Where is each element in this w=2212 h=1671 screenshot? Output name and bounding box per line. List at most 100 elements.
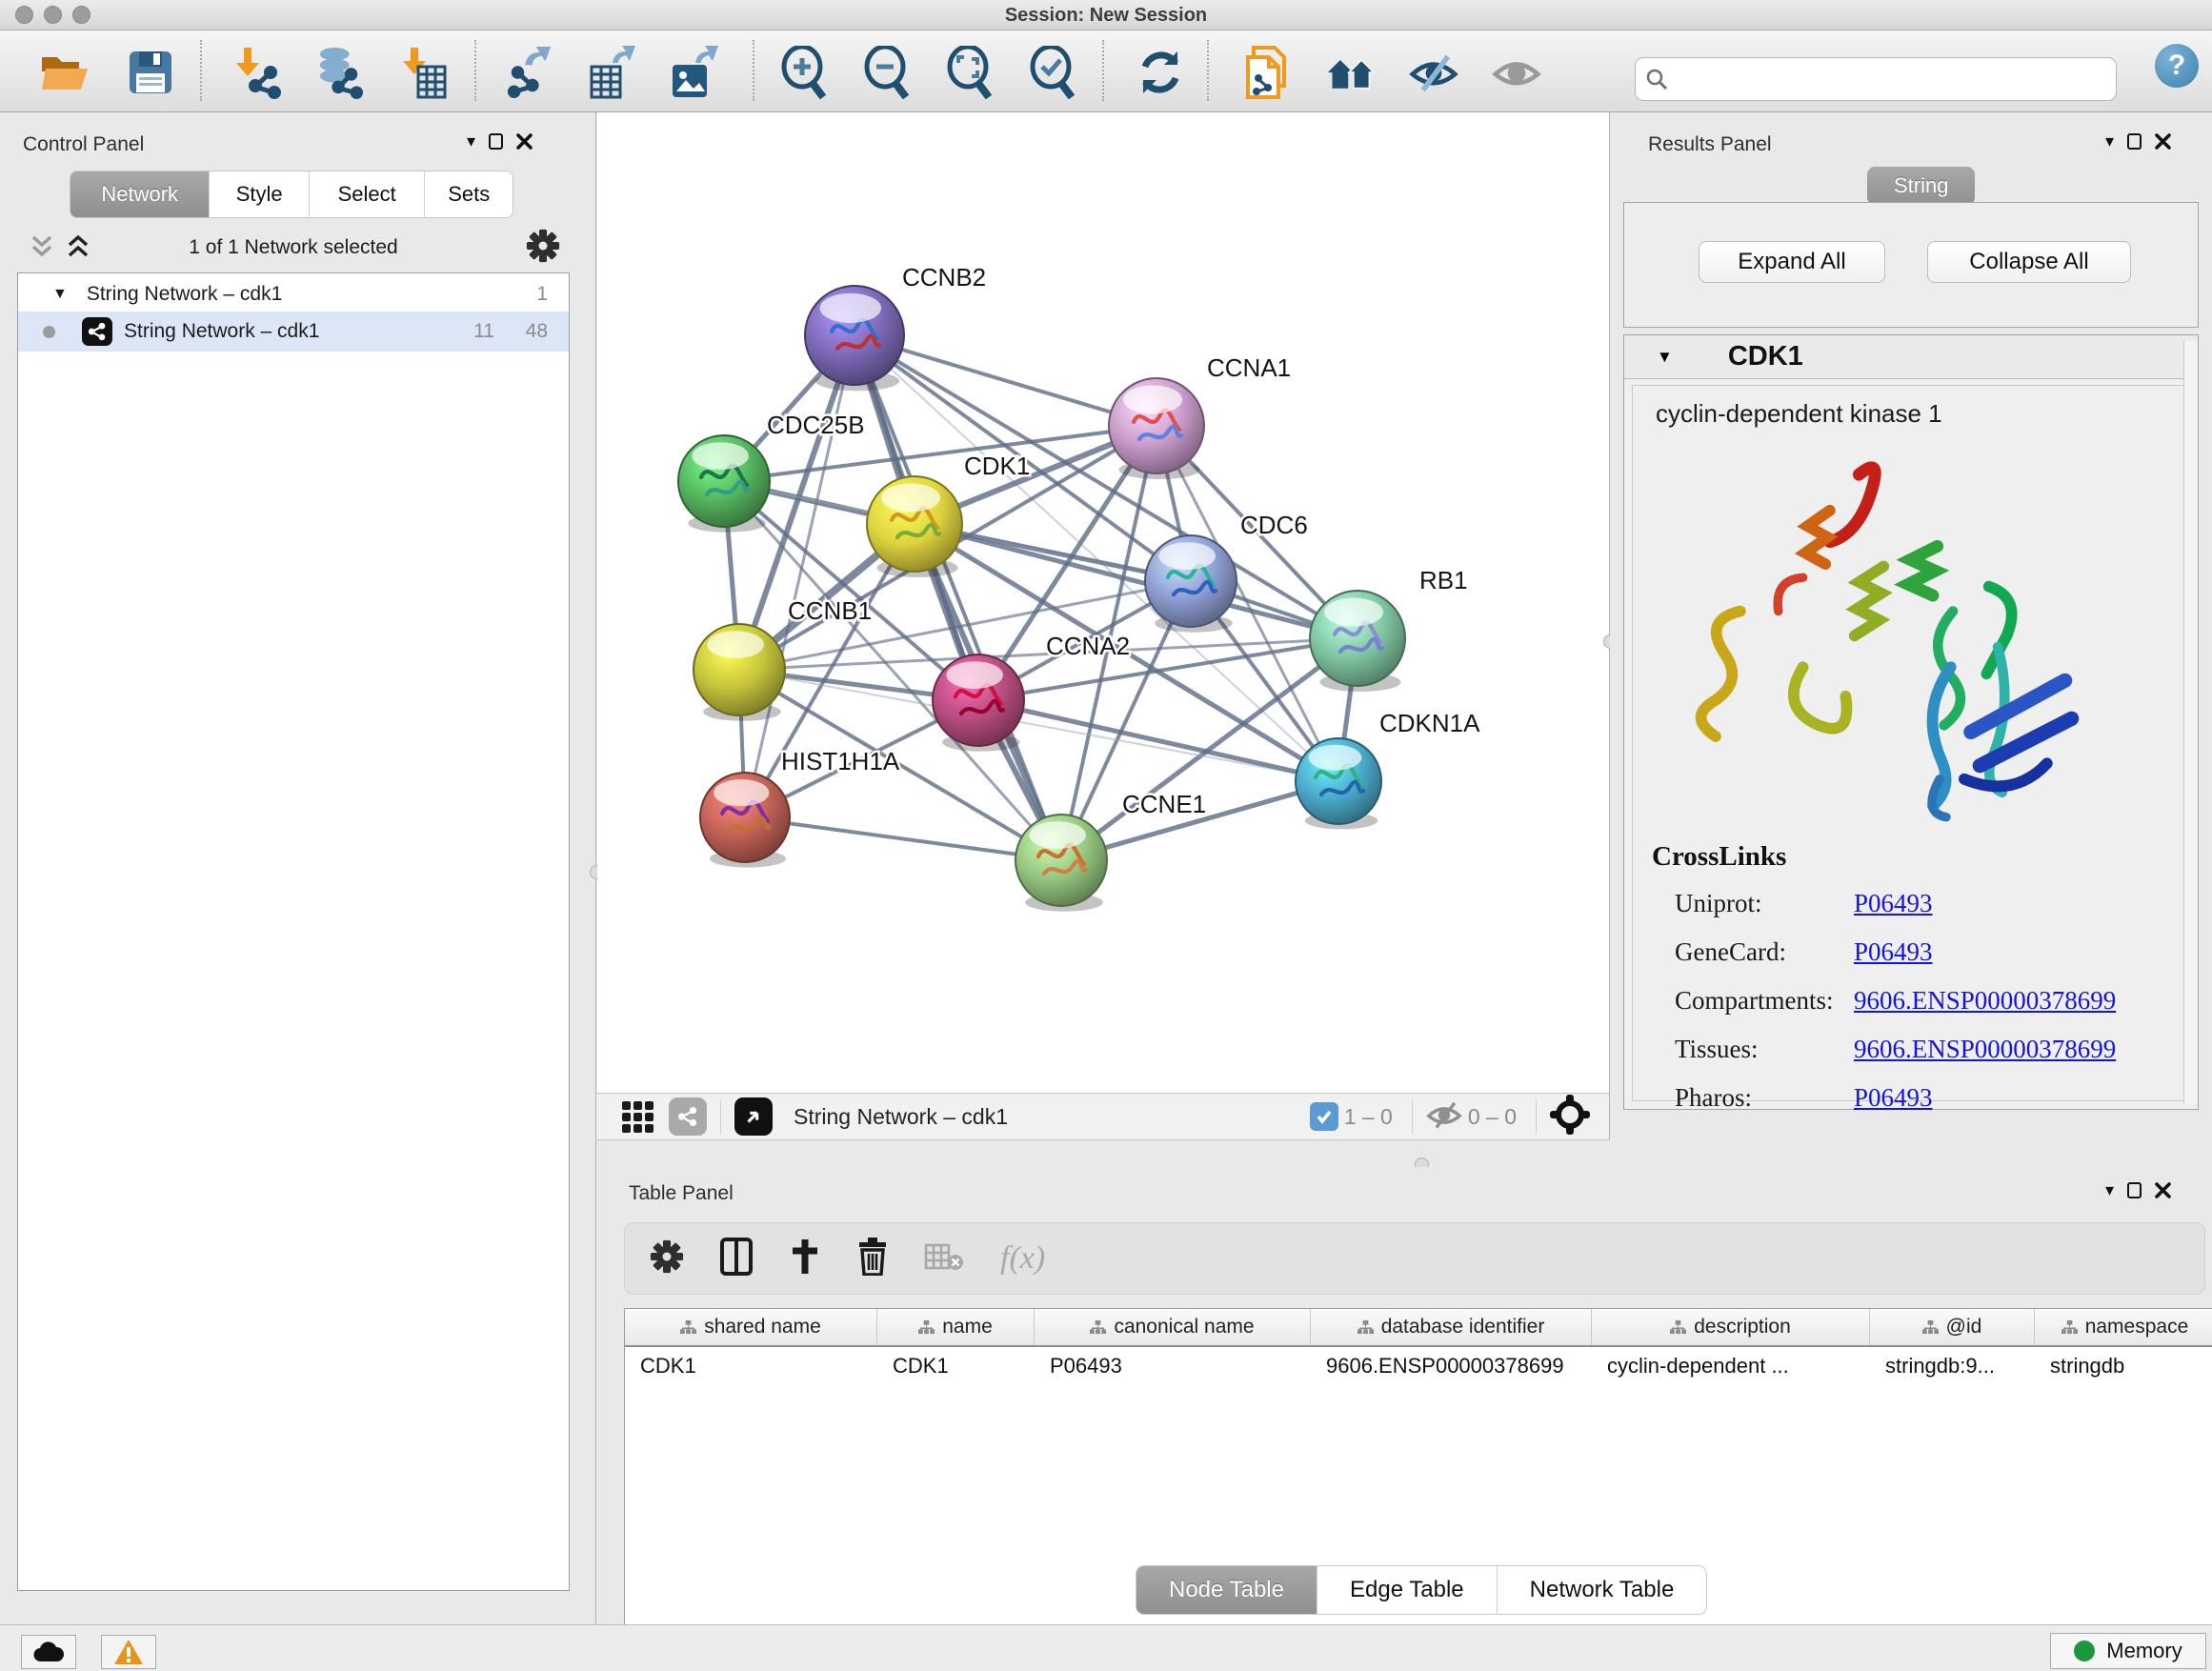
network-collection-row[interactable]: ▼ String Network – cdk1 1 [18,277,569,312]
show-eye-icon[interactable] [1492,48,1541,97]
tab-string[interactable]: String [1867,167,1975,205]
crosslink-link[interactable]: P06493 [1854,1083,1933,1113]
expand-all-button[interactable]: Expand All [1699,241,1885,283]
network-row[interactable]: String Network – cdk1 11 48 [18,312,569,352]
network-node-ccna1[interactable]: CCNA1 [1109,353,1291,479]
column-header[interactable]: @id [1870,1309,2035,1345]
network-canvas[interactable]: CCNB2CCNA1CDC25BCDK1CDC6RB1CCNB1CCNA2CDK… [597,112,1610,1093]
collapse-all-networks-icon[interactable] [29,234,55,264]
zoom-out-icon[interactable] [862,48,912,97]
help-button[interactable]: ? [2155,44,2199,88]
home-icon[interactable] [1326,48,1376,97]
protein-section-header[interactable]: ▼ CDK1 [1624,335,2198,379]
table-cell[interactable]: P06493 [1035,1347,1311,1385]
selected-nodes-checkbox-icon[interactable] [1310,1102,1338,1131]
column-header[interactable]: database identifier [1311,1309,1592,1345]
tab-select[interactable]: Select [310,171,425,217]
panel-menu-icon[interactable]: ▾ [467,131,475,151]
tab-node-table[interactable]: Node Table [1136,1566,1317,1614]
table-settings-gear-icon[interactable] [650,1239,684,1278]
export-table-icon[interactable] [587,48,636,97]
panel-close-icon[interactable] [2155,133,2171,150]
table-cell[interactable]: CDK1 [625,1347,877,1385]
open-session-icon[interactable] [40,48,90,97]
memory-button[interactable]: Memory [2050,1633,2206,1669]
save-session-icon[interactable] [126,48,175,97]
crosslink-link[interactable]: P06493 [1854,937,1933,967]
cloud-button[interactable] [21,1635,76,1669]
table-cell[interactable]: 9606.ENSP00000378699 [1311,1347,1592,1385]
section-expand-icon[interactable]: ▼ [1657,348,1673,367]
collapse-all-button[interactable]: Collapse All [1927,241,2131,283]
crosslink-label: Tissues: [1675,1035,1854,1064]
tab-style[interactable]: Style [210,171,310,217]
zoom-fit-icon[interactable] [945,48,995,97]
tab-network[interactable]: Network [70,171,210,217]
network-view-toolbar: String Network – cdk1 1 – 0 0 – 0 [597,1093,1610,1140]
export-image-icon[interactable] [669,48,718,97]
birdseye-view-icon[interactable] [734,1097,773,1136]
crosslink-link[interactable]: P06493 [1854,889,1933,918]
grid-view-icon[interactable] [622,1101,654,1133]
panel-float-icon[interactable] [2127,1182,2142,1198]
network-node-ccnb1[interactable]: CCNB1 [694,596,872,721]
memory-label: Memory [2106,1639,2182,1663]
column-header[interactable]: canonical name [1035,1309,1311,1345]
column-header[interactable]: description [1592,1309,1870,1345]
panel-menu-icon[interactable]: ▾ [2105,1180,2114,1200]
panel-float-icon[interactable] [489,133,503,150]
import-network-from-database-icon[interactable] [314,48,364,97]
panel-close-icon[interactable] [516,133,533,150]
search-field[interactable] [1635,57,2117,101]
delete-table-icon[interactable] [924,1241,964,1277]
table-cell[interactable]: stringdb:9... [1870,1347,2035,1385]
delete-column-trash-icon[interactable] [857,1238,888,1280]
tab-network-table[interactable]: Network Table [1498,1566,1707,1614]
refresh-icon[interactable] [1136,48,1185,97]
table-cell[interactable]: cyclin-dependent ... [1592,1347,1870,1385]
add-column-icon[interactable] [789,1238,821,1280]
table-toolbar: f(x) [624,1222,2205,1295]
column-header[interactable]: name [877,1309,1035,1345]
tab-edge-table[interactable]: Edge Table [1317,1566,1498,1614]
crosslink-link[interactable]: 9606.ENSP00000378699 [1854,1035,2116,1064]
search-input[interactable] [1676,68,2106,91]
panel-float-icon[interactable] [2127,133,2142,150]
show-annotations-icon[interactable] [1242,48,1292,97]
network-node-cdc25b[interactable]: CDC25B [678,411,865,533]
function-builder-icon[interactable]: f(x) [1000,1240,1045,1277]
table-row[interactable]: CDK1CDK1P064939606.ENSP00000378699cyclin… [625,1347,2212,1385]
collection-expand-icon[interactable]: ▼ [52,286,68,303]
import-network-icon[interactable] [232,48,282,97]
crosslink-link[interactable]: 9606.ENSP00000378699 [1854,986,2116,1016]
fit-selected-crosshair-icon[interactable] [1550,1095,1590,1139]
column-header[interactable]: namespace [2035,1309,2212,1345]
memory-status-dot [2074,1641,2095,1661]
toolbar-separator [720,1099,721,1134]
import-table-icon[interactable] [400,48,450,97]
zoom-in-icon[interactable] [779,48,829,97]
table-cell[interactable]: CDK1 [877,1347,1035,1385]
panel-close-icon[interactable] [2155,1182,2171,1198]
network-node-ccne1[interactable]: CCNE1 [1016,790,1206,912]
hidden-eye-icon[interactable] [1426,1100,1462,1134]
network-node-rb1[interactable]: RB1 [1310,566,1468,692]
expand-all-networks-icon[interactable] [65,234,91,264]
network-node-hist1h1a[interactable]: HIST1H1A [700,747,900,868]
toolbar-separator [1207,40,1209,101]
crosslinks-list: Uniprot:P06493GeneCard:P06493Compartment… [1675,879,2189,1122]
network-node-cdkn1a[interactable]: CDKN1A [1296,709,1480,829]
network-options-gear-icon[interactable] [526,229,560,268]
network-overview-icon[interactable] [669,1097,707,1136]
table-cell[interactable]: stringdb [2035,1347,2212,1385]
network-node-ccnb2[interactable]: CCNB2 [805,263,986,391]
tab-sets[interactable]: Sets [425,171,513,217]
results-scrollbar[interactable] [2183,341,2198,1103]
warning-button[interactable] [101,1635,156,1669]
show-columns-icon[interactable] [720,1238,753,1280]
hide-eye-icon[interactable] [1409,48,1458,97]
column-header[interactable]: shared name [625,1309,877,1345]
zoom-selected-icon[interactable] [1028,48,1077,97]
panel-menu-icon[interactable]: ▾ [2105,131,2114,151]
export-network-icon[interactable] [505,48,554,97]
